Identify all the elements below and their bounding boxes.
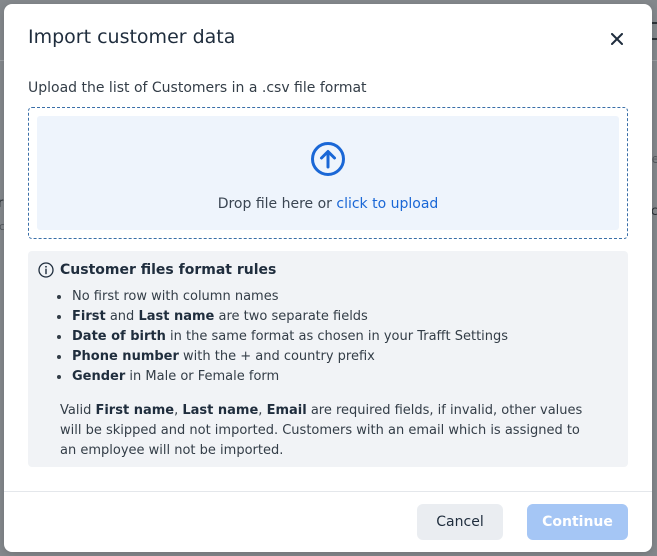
import-customer-modal: Import customer data Upload the list of … (4, 4, 652, 552)
note-bold: Last name (182, 403, 259, 418)
rule-text: in the same format as chosen in your Tra… (165, 329, 509, 344)
note-text: , (258, 403, 267, 418)
upload-instructions: Upload the list of Customers in a .csv f… (28, 80, 367, 96)
close-button[interactable] (608, 30, 626, 48)
rule-bold: First (72, 309, 106, 324)
rule-item: Phone number with the + and country pref… (54, 347, 508, 367)
note-bold: First name (95, 403, 175, 418)
rule-bold: Phone number (72, 349, 179, 364)
drop-file-text: Drop file here or (217, 196, 332, 212)
close-icon (611, 33, 623, 45)
rule-bold: Last name (138, 309, 215, 324)
rules-list: No first row with column names First and… (54, 287, 508, 387)
note-bold: Email (266, 403, 307, 418)
rules-header: Customer files format rules (38, 262, 276, 278)
rule-item: First and Last name are two separate fie… (54, 307, 508, 327)
rule-text: are two separate fields (214, 309, 368, 324)
info-icon (38, 262, 54, 278)
continue-button[interactable]: Continue (527, 504, 628, 540)
footer-divider (4, 491, 652, 492)
background-text: e (651, 152, 657, 166)
rule-text: No first row with column names (72, 289, 279, 304)
format-rules-panel: Customer files format rules No first row… (28, 251, 628, 467)
rule-text: with the + and country prefix (178, 349, 375, 364)
rule-text: and (105, 309, 139, 324)
rule-bold: Gender (72, 369, 126, 384)
cancel-button[interactable]: Cancel (417, 504, 503, 540)
background-text: r (0, 196, 4, 211)
modal-title: Import customer data (28, 26, 236, 48)
note-text: Valid (60, 403, 96, 418)
rule-bold: Date of birth (72, 329, 166, 344)
file-dropzone[interactable]: Drop file here or click to upload (28, 107, 628, 239)
rule-item: Gender in Male or Female form (54, 367, 508, 387)
dropzone-area[interactable]: Drop file here or click to upload (37, 116, 619, 230)
dropzone-text: Drop file here or click to upload (37, 196, 619, 212)
rules-note: Valid First name, Last name, Email are r… (60, 401, 600, 461)
rules-title: Customer files format rules (60, 262, 277, 278)
rule-item: No first row with column names (54, 287, 508, 307)
upload-arrow-icon (311, 142, 345, 176)
rule-text: in Male or Female form (125, 369, 280, 384)
click-to-upload-link[interactable]: click to upload (336, 196, 438, 212)
rule-item: Date of birth in the same format as chos… (54, 327, 508, 347)
